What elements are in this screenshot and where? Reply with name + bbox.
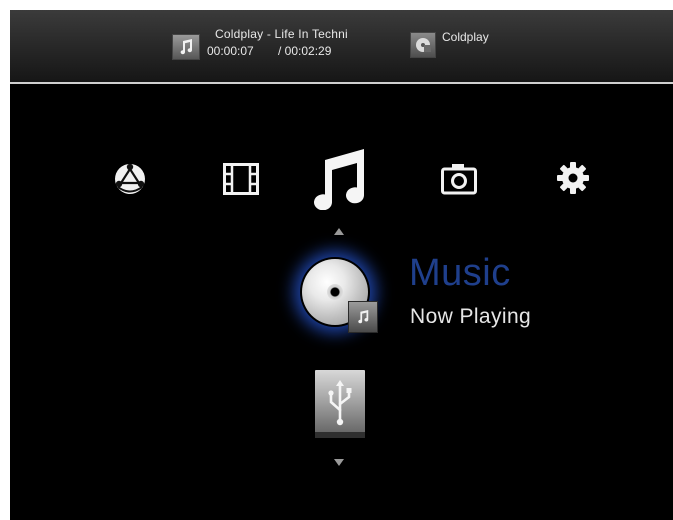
photo-icon[interactable] xyxy=(441,163,477,200)
artist-thumbnail xyxy=(410,32,436,58)
usb-icon[interactable] xyxy=(315,370,365,438)
category-subtitle[interactable]: Now Playing xyxy=(410,305,531,329)
network-icon[interactable] xyxy=(114,163,146,200)
disc-hole xyxy=(327,284,343,300)
elapsed-time: 00:00:07 xyxy=(207,44,254,58)
artist-name: Coldplay xyxy=(442,30,489,44)
music-badge xyxy=(348,301,378,333)
music-note-icon xyxy=(358,310,369,324)
media-player-screen: Coldplay - Life In Techni 00:00:07 / 00:… xyxy=(10,10,673,520)
music-note-icon xyxy=(180,39,193,55)
music-icon[interactable] xyxy=(310,148,368,215)
category-title: Music xyxy=(409,252,511,294)
artist-thumbnail-icon xyxy=(416,38,431,52)
movie-icon[interactable] xyxy=(223,163,259,200)
scroll-up-arrow[interactable] xyxy=(334,228,344,235)
usb-base xyxy=(315,432,365,438)
now-playing-bar: Coldplay - Life In Techni 00:00:07 / 00:… xyxy=(10,10,673,84)
now-playing-thumbnail xyxy=(172,34,200,60)
music-disc-icon[interactable] xyxy=(300,257,380,337)
total-time: / 00:02:29 xyxy=(278,44,332,58)
scroll-down-arrow[interactable] xyxy=(334,459,344,466)
settings-icon[interactable] xyxy=(556,161,590,200)
now-playing-title: Coldplay - Life In Techni xyxy=(215,27,348,41)
